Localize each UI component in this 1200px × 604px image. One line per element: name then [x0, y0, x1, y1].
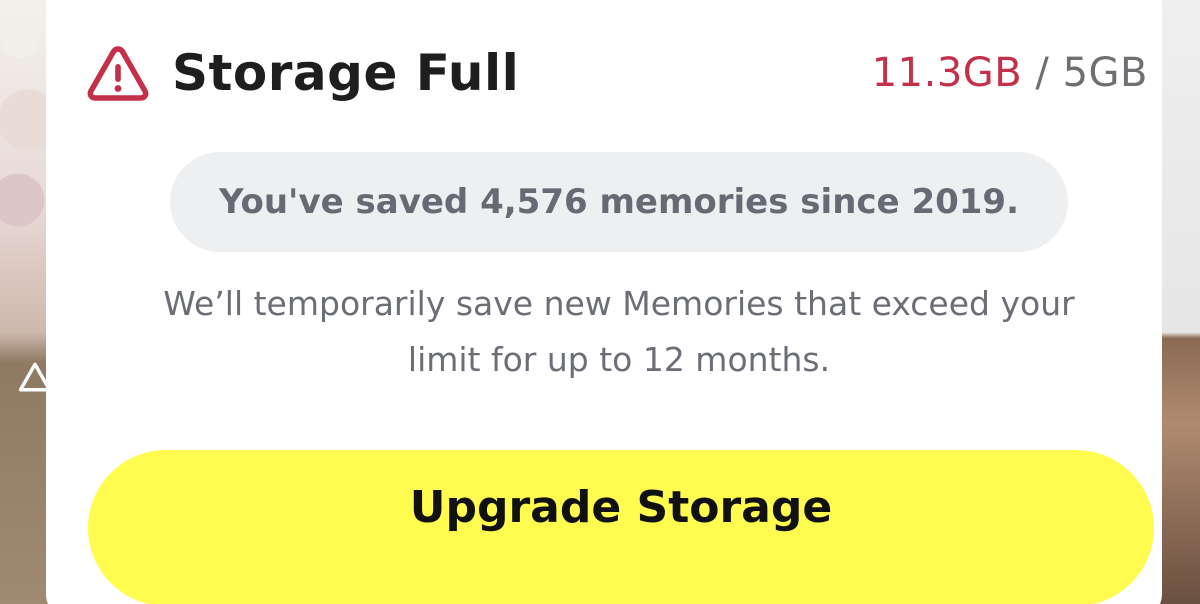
storage-usage: 11.3GB / 5GB: [872, 50, 1148, 96]
screen: Storage Full 11.3GB / 5GB You've saved 4…: [0, 0, 1200, 604]
warning-triangle-icon: [87, 46, 149, 101]
storage-limit-value: 5GB: [1062, 50, 1148, 96]
storage-usage-separator: /: [1022, 50, 1063, 96]
description-line-1: We’ll temporarily save new Memories that…: [163, 284, 1075, 323]
memories-summary-pill: You've saved 4,576 memories since 2019.: [170, 152, 1068, 252]
memories-summary-text: You've saved 4,576 memories since 2019.: [218, 182, 1019, 222]
dialog-description: We’ll temporarily save new Memories that…: [76, 276, 1162, 388]
upgrade-storage-button[interactable]: Upgrade Storage: [88, 450, 1154, 604]
storage-full-sheet: Storage Full 11.3GB / 5GB You've saved 4…: [46, 0, 1162, 604]
dialog-title: Storage Full: [172, 44, 520, 102]
description-line-2: limit for up to 12 months.: [407, 340, 831, 379]
sheet-header: Storage Full 11.3GB / 5GB: [86, 38, 1148, 108]
storage-used-value: 11.3GB: [871, 50, 1023, 96]
